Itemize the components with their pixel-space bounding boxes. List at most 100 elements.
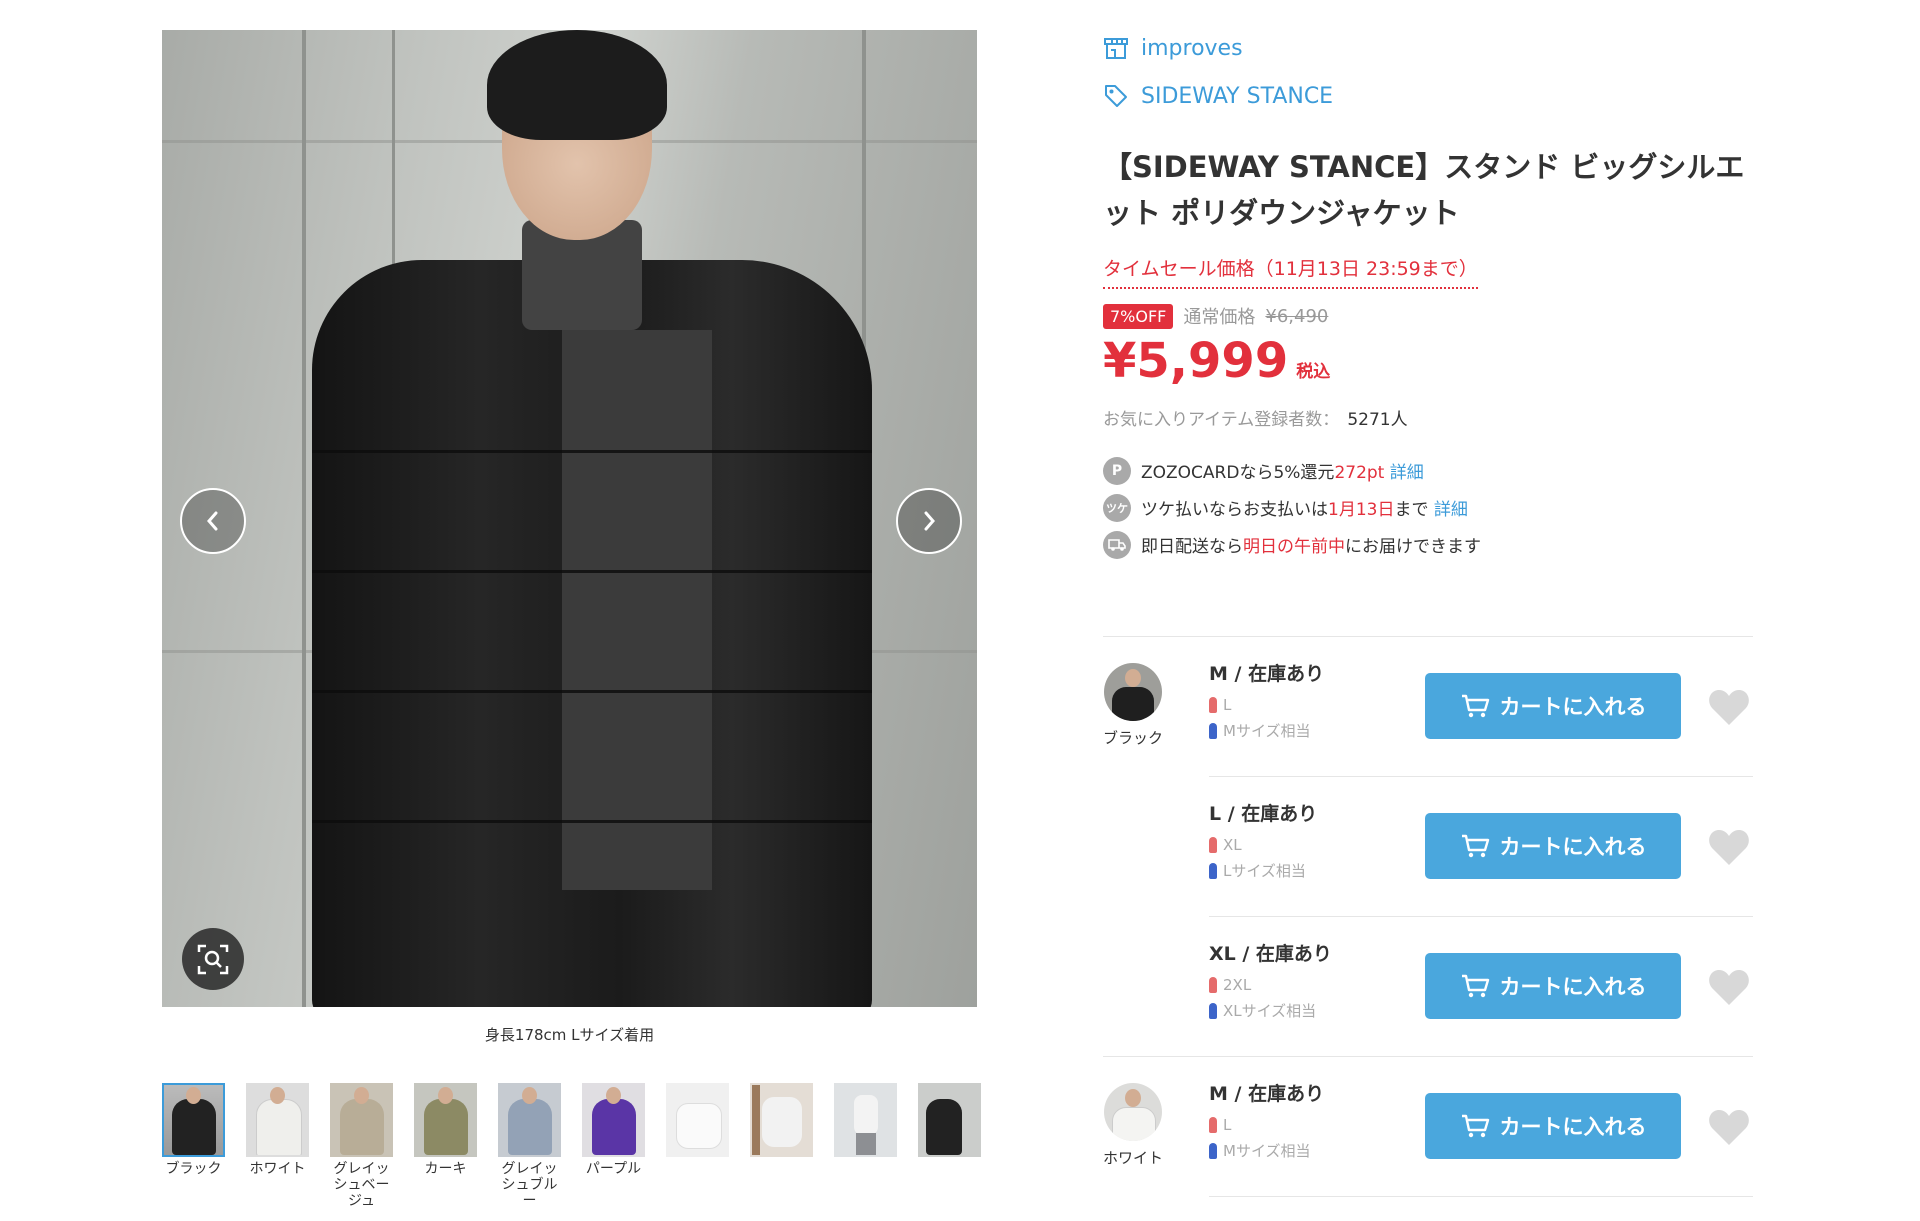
- women-icon: [1209, 1117, 1217, 1133]
- women-size: L: [1223, 696, 1232, 714]
- cart-icon: [1461, 694, 1489, 718]
- men-size: Mサイズ相当: [1223, 722, 1311, 740]
- tsuke-text: ツケ払いならお支払いは: [1141, 500, 1328, 520]
- size-stock: XL / 在庫あり: [1209, 943, 1332, 965]
- cart-icon: [1461, 974, 1489, 998]
- add-to-cart-button[interactable]: カートに入れる: [1425, 953, 1681, 1019]
- gallery-next-button[interactable]: [896, 488, 962, 554]
- men-icon: [1209, 1002, 1217, 1019]
- thumbnail-item[interactable]: [918, 1083, 981, 1209]
- brand-link[interactable]: SIDEWAY STANCE: [1103, 78, 1753, 114]
- size-info: M / 在庫あり L Mサイズ相当: [1209, 1079, 1324, 1161]
- add-to-cart-button[interactable]: カートに入れる: [1425, 813, 1681, 879]
- delivery-benefit: 即日配送なら明日の午前中にお届けできます: [1103, 526, 1753, 563]
- sku-row: L / 在庫あり XL Lサイズ相当 カートに入れる: [1209, 776, 1753, 916]
- tsuke-date: 1月13日: [1328, 500, 1395, 520]
- brand-name: SIDEWAY STANCE: [1141, 83, 1334, 109]
- thumbnail-item[interactable]: グレイッシュベージュ: [330, 1083, 393, 1209]
- cart-button-label: カートに入れる: [1499, 1115, 1647, 1139]
- regular-price: ¥6,490: [1265, 305, 1329, 327]
- favorite-heart-icon[interactable]: [1707, 967, 1751, 1007]
- tsuke-icon: ツケ: [1103, 493, 1131, 522]
- zoom-button[interactable]: [182, 928, 244, 990]
- product-title: 【SIDEWAY STANCE】スタンド ビッグシルエット ポリダウンジャケット: [1103, 150, 1745, 230]
- thumbnail-item[interactable]: パープル: [582, 1083, 645, 1209]
- favorites-number: 5271人: [1347, 410, 1408, 430]
- tax-label: 税込: [1296, 362, 1331, 382]
- color-label: ホワイト: [1103, 1149, 1164, 1167]
- regular-price-row: 7%OFF 通常価格 ¥6,490: [1103, 303, 1753, 329]
- size-info: M / 在庫あり L Mサイズ相当: [1209, 659, 1324, 741]
- zozocard-benefit: P ZOZOCARDなら5%還元272pt 詳細: [1103, 452, 1753, 489]
- sku-row: ホワイト M / 在庫あり L Mサイズ相当 カートに入れる: [1103, 1056, 1753, 1196]
- tsuke-benefit: ツケ ツケ払いならお支払いは1月13日まで 詳細: [1103, 489, 1753, 526]
- men-size: XLサイズ相当: [1223, 1002, 1317, 1020]
- add-to-cart-button[interactable]: カートに入れる: [1425, 673, 1681, 739]
- chevron-right-icon: [924, 511, 935, 531]
- men-size: Mサイズ相当: [1223, 1142, 1311, 1160]
- thumbnail-label: グレイッシュブルー: [501, 1161, 558, 1209]
- thumbnail-label: ホワイト: [249, 1161, 306, 1177]
- thumbnail-item[interactable]: ホワイト: [246, 1083, 309, 1209]
- color-option[interactable]: ブラック: [1103, 663, 1163, 748]
- women-icon: [1209, 697, 1217, 713]
- sku-list: ブラック M / 在庫あり L Mサイズ相当 カートに入れる L / 在庫あり …: [1103, 636, 1753, 1197]
- tsuke-text-end: まで: [1394, 500, 1429, 520]
- size-stock: M / 在庫あり: [1209, 1083, 1325, 1105]
- sku-row: ブラック M / 在庫あり L Mサイズ相当 カートに入れる: [1103, 636, 1753, 776]
- thumbnail-label: グレイッシュベージュ: [333, 1161, 390, 1209]
- delivery-text-end: にお届けできます: [1345, 537, 1481, 557]
- image-caption: 身長178cm Lサイズ着用: [484, 1026, 655, 1044]
- delivery-time: 明日の午前中: [1243, 537, 1345, 557]
- size-info: XL / 在庫あり 2XL XLサイズ相当: [1209, 939, 1332, 1021]
- thumbnail-item[interactable]: [666, 1083, 729, 1209]
- thumbnail-item[interactable]: カーキ: [414, 1083, 477, 1209]
- favorites-count: お気に入りアイテム登録者数： 5271人: [1103, 405, 1753, 430]
- sale-price: ¥5,999: [1103, 333, 1289, 389]
- add-to-cart-button[interactable]: カートに入れる: [1425, 1093, 1681, 1159]
- zoom-icon: [197, 944, 229, 975]
- thumbnail-strip: ブラック ホワイト グレイッシュベージュ カーキ グレイッシュブルー パープル: [162, 1083, 981, 1209]
- women-icon: [1209, 977, 1217, 993]
- favorite-heart-icon[interactable]: [1707, 827, 1751, 867]
- truck-icon: [1103, 530, 1131, 559]
- gallery-prev-button[interactable]: [180, 488, 246, 554]
- chevron-left-icon: [207, 511, 218, 531]
- product-info: improves SIDEWAY STANCE 【SIDEWAY STANCE】…: [1103, 30, 1753, 563]
- thumbnail-label: ブラック: [165, 1161, 222, 1177]
- size-stock: L / 在庫あり: [1209, 803, 1318, 825]
- sku-row: XL / 在庫あり 2XL XLサイズ相当 カートに入れる: [1209, 916, 1753, 1056]
- sale-price-row: ¥5,999 税込: [1103, 333, 1753, 389]
- thumbnail-item[interactable]: グレイッシュブルー: [498, 1083, 561, 1209]
- cart-icon: [1461, 834, 1489, 858]
- thumbnail-label: パープル: [585, 1161, 642, 1177]
- main-product-image[interactable]: [162, 30, 977, 1007]
- tsuke-detail-link[interactable]: 詳細: [1434, 500, 1468, 520]
- benefits-list: P ZOZOCARDなら5%還元272pt 詳細 ツケ ツケ払いならお支払いは1…: [1103, 452, 1753, 563]
- cart-button-label: カートに入れる: [1499, 975, 1647, 999]
- zozocard-detail-link[interactable]: 詳細: [1390, 463, 1424, 483]
- color-option[interactable]: ホワイト: [1103, 1083, 1163, 1168]
- color-swatch: [1104, 1083, 1162, 1141]
- tag-icon: [1105, 85, 1127, 107]
- favorite-heart-icon[interactable]: [1707, 1107, 1751, 1147]
- shop-icon: [1104, 38, 1128, 59]
- women-icon: [1209, 837, 1217, 853]
- favorites-label: お気に入りアイテム登録者数：: [1103, 410, 1340, 430]
- men-icon: [1209, 722, 1217, 739]
- women-size: XL: [1223, 836, 1242, 854]
- thumbnail-item[interactable]: [834, 1083, 897, 1209]
- color-swatch: [1104, 663, 1162, 721]
- men-size: Lサイズ相当: [1223, 862, 1306, 880]
- thumbnail-item[interactable]: [750, 1083, 813, 1209]
- delivery-text: 即日配送なら: [1141, 537, 1243, 557]
- shop-name: improves: [1141, 35, 1243, 61]
- cart-button-label: カートに入れる: [1499, 835, 1647, 859]
- thumbnail-item[interactable]: ブラック: [162, 1083, 225, 1209]
- shop-link[interactable]: improves: [1103, 30, 1753, 66]
- discount-badge: 7%OFF: [1103, 303, 1174, 329]
- favorite-heart-icon[interactable]: [1707, 687, 1751, 727]
- men-icon: [1209, 1142, 1217, 1159]
- regular-price-label: 通常価格: [1183, 307, 1256, 328]
- zozocard-text: ZOZOCARDなら5%還元: [1141, 463, 1335, 483]
